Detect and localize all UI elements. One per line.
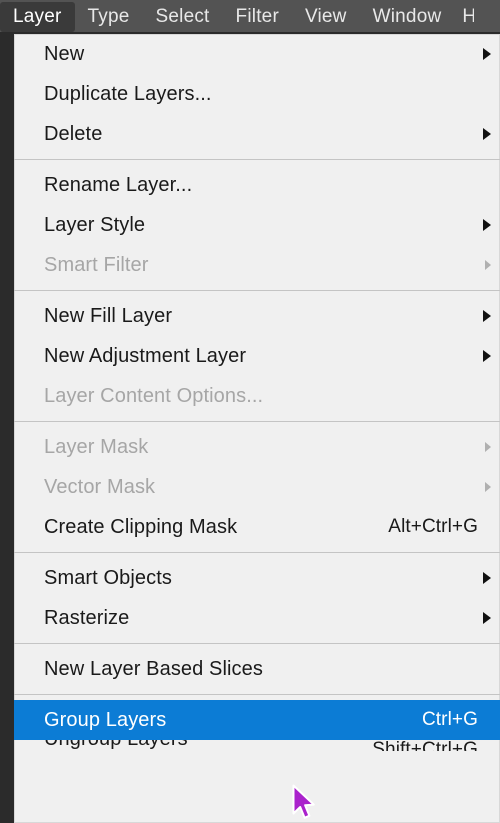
menu-item-label: Delete [44,122,103,145]
menu-item-label: Layer Content Options... [44,384,264,407]
application-window: Layer Type Select Filter View Window H New Dupl… [0,0,500,823]
menubar-item-select[interactable]: Select [143,2,223,32]
menubar-item-h[interactable]: H [454,2,474,32]
layer-menu-panel: New Duplicate Layers... Delete Rename Layer… [14,34,500,823]
layer-menu-dropdown: New Duplicate Layers... Delete Rename Layer… [0,32,500,823]
menu-separator [14,421,500,422]
menu-separator [14,643,500,644]
submenu-arrow-icon [483,219,491,231]
menu-item-layer-mask: Layer Mask [14,427,500,467]
menu-item-shortcut: Shift+Ctrl+G [372,740,478,751]
menu-item-new-layer-based-slices[interactable]: New Layer Based Slices [14,649,500,689]
menu-item-layer-style[interactable]: Layer Style [14,205,500,245]
menu-item-label: Smart Objects [44,566,172,589]
submenu-arrow-icon [483,48,491,60]
menu-item-delete[interactable]: Delete [14,114,500,154]
menu-item-smart-filter: Smart Filter [14,245,500,285]
menu-item-label: Layer Style [44,213,146,236]
menu-item-label: New Layer Based Slices [44,657,263,680]
menu-item-label: New Adjustment Layer [44,344,247,367]
menu-item-label: Group Layers [44,708,167,731]
menu-item-label: Create Clipping Mask [44,515,238,538]
menu-separator [14,290,500,291]
menu-item-duplicate-layers[interactable]: Duplicate Layers... [14,74,500,114]
menu-item-group-layers[interactable]: Group Layers Ctrl+G [14,700,500,740]
menu-item-ungroup-layers[interactable]: Ungroup Layers Shift+Ctrl+G [14,740,500,751]
menu-item-new-fill-layer[interactable]: New Fill Layer [14,296,500,336]
menu-item-shortcut: Ctrl+G [421,709,478,730]
menu-item-shortcut: Alt+Ctrl+G [388,516,478,537]
menu-item-new[interactable]: New [14,34,500,74]
menu-item-label: New Fill Layer [44,304,173,327]
menu-item-label: Ungroup Layers [44,740,188,751]
menu-separator [14,552,500,553]
menu-separator [14,159,500,160]
menu-item-create-clipping-mask[interactable]: Create Clipping Mask Alt+Ctrl+G [14,507,500,547]
submenu-arrow-icon [483,612,491,624]
submenu-arrow-icon [485,260,491,270]
menubar-item-layer[interactable]: Layer [0,2,75,32]
menu-item-label: Smart Filter [44,253,149,276]
submenu-arrow-icon [483,350,491,362]
menu-item-layer-content-options: Layer Content Options... [14,376,500,416]
submenu-arrow-icon [483,572,491,584]
menu-item-label: Duplicate Layers... [44,82,212,105]
menu-bar: Layer Type Select Filter View Window H [0,0,500,34]
menubar-item-window[interactable]: Window [360,2,455,32]
submenu-arrow-icon [485,482,491,492]
menubar-item-type[interactable]: Type [75,2,143,32]
menu-item-label: Vector Mask [44,475,156,498]
menu-item-new-adjustment-layer[interactable]: New Adjustment Layer [14,336,500,376]
menu-separator [14,694,500,695]
menu-item-label: Layer Mask [44,435,149,458]
menu-item-label: Rasterize [44,606,130,629]
menu-item-rasterize[interactable]: Rasterize [14,598,500,638]
menubar-item-view[interactable]: View [292,2,360,32]
submenu-arrow-icon [483,310,491,322]
submenu-arrow-icon [483,128,491,140]
menu-item-smart-objects[interactable]: Smart Objects [14,558,500,598]
menu-item-vector-mask: Vector Mask [14,467,500,507]
menu-item-label: New [44,42,85,65]
menu-item-label: Rename Layer... [44,173,193,196]
submenu-arrow-icon [485,442,491,452]
menubar-item-filter[interactable]: Filter [223,2,292,32]
menu-item-rename-layer[interactable]: Rename Layer... [14,165,500,205]
